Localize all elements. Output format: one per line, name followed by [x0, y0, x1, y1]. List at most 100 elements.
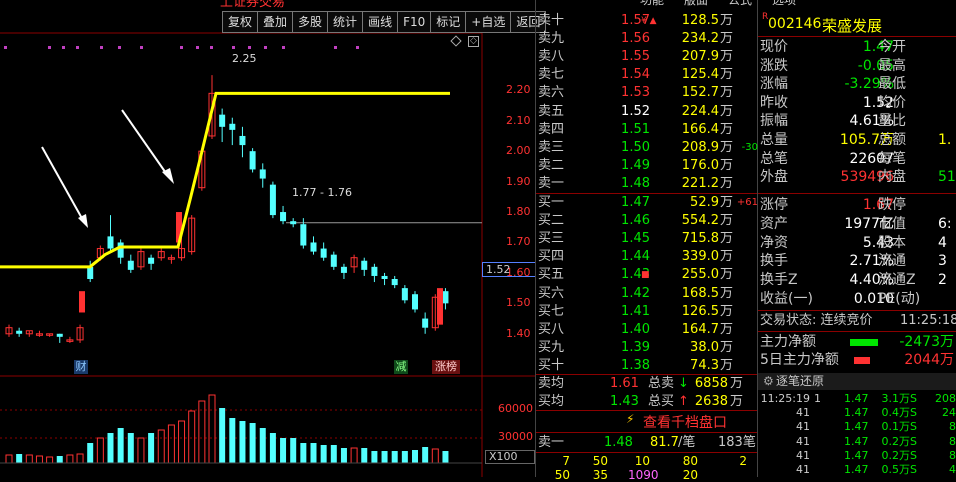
f10-button[interactable]: F10: [397, 11, 432, 33]
mark-button[interactable]: 标记: [430, 11, 467, 33]
bid-level-row[interactable]: 买一 1.47 52.9 万 +61: [538, 194, 758, 212]
quote-row: 振幅 4.61% 量比: [760, 112, 956, 131]
quote-row: 涨停 1.67 跌停: [760, 196, 956, 215]
ask-level-row[interactable]: 卖一 1.48 221.2 万: [538, 175, 758, 193]
price-tick-label: 2.20: [506, 83, 531, 97]
five-day-flow-row: 5日主力净额 2044万: [760, 352, 954, 368]
price-tick-label: 1.80: [506, 205, 531, 219]
statistics-button[interactable]: 统计: [327, 11, 364, 33]
bid-level-row[interactable]: 买十 1.38 74.3 万: [538, 357, 758, 375]
price-tick-label: 2.10: [506, 113, 531, 127]
candle-body: [249, 151, 256, 170]
top-menu: 功能 版面 公式 选项: [640, 0, 796, 8]
candle-body: [239, 135, 246, 146]
bid-level-row[interactable]: 买四 1.44 339.0 万: [538, 248, 758, 266]
ticks-header[interactable]: ⚙ 逐笔还原: [758, 373, 956, 390]
volume-bar: [361, 448, 368, 463]
dot-marker: [264, 46, 267, 49]
candle-body: [259, 169, 266, 179]
queue-order-size: 7: [562, 454, 570, 468]
ask-level-row[interactable]: 卖十 1.57 ¥ ▲ 128.5 万: [538, 12, 758, 30]
candle-body: [371, 266, 378, 276]
candle-body: [127, 260, 134, 270]
level-price: 1.56: [621, 31, 650, 47]
level-label: 卖十: [538, 13, 565, 28]
annotation-arrow: [41, 146, 85, 223]
volume-bar: [320, 445, 327, 463]
quote-label: 现价: [760, 39, 788, 55]
quote-label: 流通: [878, 253, 906, 270]
quote-label: 股本: [878, 234, 906, 251]
gear-icon[interactable]: ⚙: [763, 373, 774, 390]
dot-marker: [334, 46, 337, 49]
menu-item-layout[interactable]: 版面: [684, 0, 708, 8]
level-unit: 万: [720, 103, 734, 119]
menu-item-options[interactable]: 选项: [772, 0, 796, 8]
five-day-flow-bar: [854, 357, 870, 364]
kline-chart[interactable]: [0, 0, 536, 477]
level-label: 卖四: [538, 121, 565, 137]
quote-value: 4: [938, 234, 947, 251]
tick-price: 1.47: [844, 448, 869, 462]
level-marker-icon: ¥ ▲: [641, 16, 657, 26]
menu-item-formula[interactable]: 公式: [728, 0, 752, 8]
ask-level-row[interactable]: 卖五 1.52 224.4 万: [538, 103, 758, 121]
bid-level-row[interactable]: 买六 1.42 168.5 万: [538, 285, 758, 303]
volume-label-30000: 30000: [498, 430, 533, 443]
volume-bar: [76, 453, 84, 464]
ask-level-row[interactable]: 卖四 1.51 166.4 万: [538, 121, 758, 139]
stock-name[interactable]: 荣盛发展: [822, 15, 882, 36]
level-label: 买二: [538, 213, 565, 229]
bid-level-row[interactable]: 买八 1.40 164.7 万: [538, 321, 758, 339]
bid-level-row[interactable]: 买五 1.43 ■ 255.0 万: [538, 266, 758, 284]
ask-level-row[interactable]: 卖三 1.50 208.9 万 -30: [538, 139, 758, 157]
tick-row: 41 1.47 0.2万 S 8: [760, 435, 956, 450]
ask-level-row[interactable]: 卖二 1.49 176.0 万: [538, 157, 758, 175]
ask-level-row[interactable]: 卖七 1.54 125.4 万: [538, 66, 758, 84]
add-favorite-button[interactable]: +自选: [465, 11, 512, 33]
collapse-icon[interactable]: ◇: [468, 36, 479, 47]
bid-level-row[interactable]: 买二 1.46 554.2 万: [538, 212, 758, 230]
level-unit: 万: [720, 303, 734, 319]
dot-marker: [210, 46, 213, 49]
event-tag-earnings[interactable]: 财: [74, 360, 88, 374]
queue-divider-2: [536, 452, 757, 453]
level-unit: 万: [720, 357, 734, 373]
level-marker-icon: ■: [641, 270, 650, 281]
candle-body: [437, 288, 443, 325]
dot-marker: [62, 46, 65, 49]
tick-count: 8: [949, 434, 956, 448]
volume-bar: [66, 454, 74, 464]
restore-rights-button[interactable]: 复权: [222, 11, 259, 33]
multi-stock-button[interactable]: 多股: [292, 11, 329, 33]
quote-row: 外盘 539496 内盘 51: [760, 168, 956, 187]
level-volume: 224.4: [681, 103, 719, 119]
bid-level-row[interactable]: 买九 1.39 38.0 万: [538, 339, 758, 357]
menu-item-function[interactable]: 功能: [640, 0, 664, 8]
event-tag-limit-list[interactable]: 涨榜: [432, 360, 460, 374]
event-tag-reduce[interactable]: 减: [394, 360, 408, 374]
candle-body: [229, 123, 236, 130]
depth-link[interactable]: 查看千档盘口: [643, 412, 727, 432]
tick-volume: 0.5万: [881, 463, 911, 476]
volume-bar: [340, 448, 347, 463]
level-price: 1.42: [621, 285, 650, 301]
ask-level-row[interactable]: 卖九 1.56 234.2 万: [538, 30, 758, 48]
level-unit: 万: [720, 249, 734, 265]
draw-line-button[interactable]: 画线: [362, 11, 399, 33]
overlay-button[interactable]: 叠加: [257, 11, 294, 33]
quote-row: 资产 1977亿 市值 6:: [760, 215, 956, 234]
quote-label: 换手Z: [760, 272, 798, 289]
ask-level-row[interactable]: 卖八 1.55 207.9 万: [538, 48, 758, 66]
tick-volume: 0.4万: [881, 406, 911, 420]
level-label: 买九: [538, 339, 565, 355]
candle-body: [381, 275, 388, 279]
level-volume: 164.7: [681, 321, 719, 337]
bid-level-row[interactable]: 买七 1.41 126.5 万: [538, 303, 758, 321]
volume-bar: [127, 433, 134, 463]
bid-level-row[interactable]: 买三 1.45 715.8 万: [538, 230, 758, 248]
ask-level-row[interactable]: 卖六 1.53 152.7 万: [538, 84, 758, 102]
level-price: 1.38: [621, 357, 650, 373]
quote-label: 均价: [878, 94, 906, 111]
level-volume: 207.9: [681, 49, 719, 65]
